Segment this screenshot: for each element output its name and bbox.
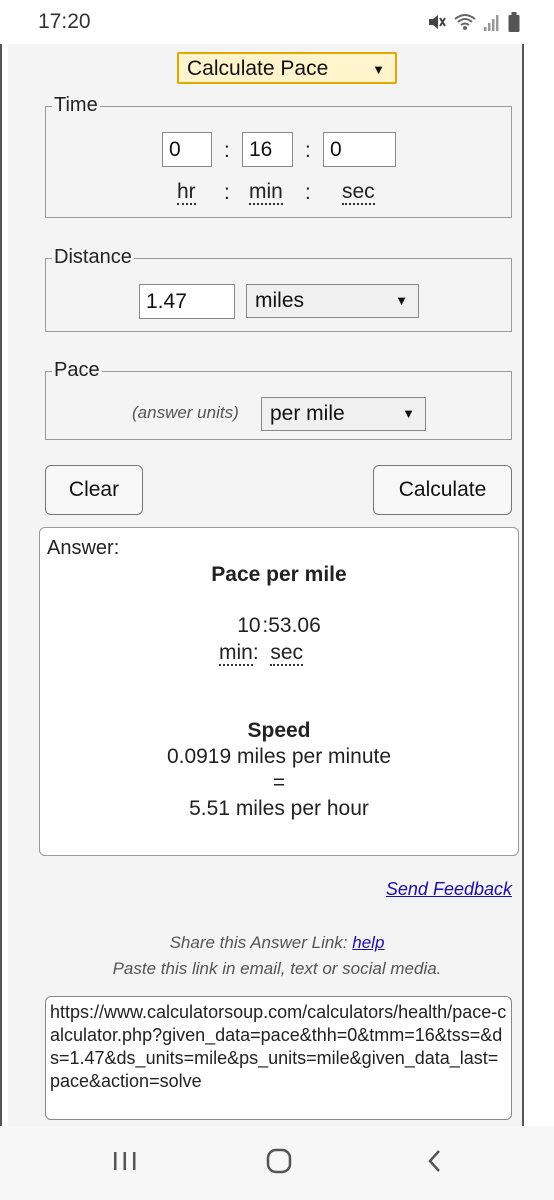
answer-units-hint: (answer units)	[132, 403, 239, 422]
answer-link-textarea[interactable]: https://www.calculatorsoup.com/calculato…	[45, 996, 512, 1120]
distance-group: Distance 1.47 miles ▼	[45, 246, 512, 332]
clear-button[interactable]: Clear	[45, 465, 143, 515]
speed-equals: =	[272, 771, 286, 794]
pace-group: Pace (answer units) per mile ▼	[45, 359, 512, 440]
speed-miles-per-minute: 0.0919 miles per minute	[166, 745, 392, 768]
time-group: Time 0 : 16 : 0 hr : min : sec	[45, 94, 512, 218]
calculate-button[interactable]: Calculate	[373, 465, 512, 515]
status-time: 17:20	[38, 10, 91, 33]
answer-min-label: min	[218, 641, 253, 666]
time-colon-1: :	[224, 139, 230, 162]
pace-seconds-value: :53.06	[262, 614, 321, 637]
dropdown-arrow-icon: ▼	[372, 62, 385, 77]
paste-link-text: Paste this link in email, text or social…	[112, 959, 442, 978]
calculation-mode-value: Calculate Pace	[187, 57, 329, 80]
wifi-icon	[454, 14, 476, 30]
seconds-input[interactable]: 0	[323, 132, 396, 167]
pace-units-row: min: sec	[218, 641, 304, 666]
status-icons	[426, 12, 520, 32]
recent-apps-icon[interactable]	[112, 1146, 138, 1176]
page-right-border	[522, 44, 524, 1126]
speed-miles-per-hour: 5.51 miles per hour	[189, 797, 369, 820]
time-label-colon-1: :	[224, 181, 230, 204]
back-icon[interactable]	[423, 1146, 447, 1176]
pace-minutes-value: 10	[237, 614, 261, 637]
answer-label: Answer:	[47, 537, 120, 559]
sec-label: sec	[342, 180, 375, 205]
pace-result: 10 :53.06	[40, 614, 518, 638]
pace-legend: Pace	[52, 359, 102, 382]
home-icon[interactable]	[264, 1146, 294, 1176]
minutes-input[interactable]: 16	[242, 132, 293, 167]
share-answer-text: Share this Answer Link: help	[0, 933, 554, 953]
status-bar: 17:20	[0, 0, 554, 44]
pace-unit-select[interactable]: per mile ▼	[261, 397, 426, 431]
dropdown-arrow-icon: ▼	[402, 406, 415, 421]
send-feedback-link[interactable]: Send Feedback	[386, 879, 512, 900]
help-link[interactable]: help	[352, 933, 384, 952]
pace-title: Pace per mile	[211, 563, 347, 586]
pace-unit-value: per mile	[270, 402, 345, 425]
time-colon-2: :	[305, 139, 311, 162]
distance-unit-value: miles	[255, 289, 305, 312]
distance-unit-select[interactable]: miles ▼	[246, 284, 419, 318]
signal-icon	[484, 15, 499, 31]
share-answer-label: Share this Answer Link:	[169, 933, 348, 952]
min-label: min	[249, 180, 283, 205]
distance-input[interactable]: 1.47	[139, 284, 235, 319]
speed-title: Speed	[247, 719, 311, 742]
distance-legend: Distance	[52, 246, 134, 269]
time-label-colon-2: :	[305, 181, 311, 204]
web-page: Calculate Pace ▼ Time 0 : 16 : 0 hr : mi…	[0, 44, 554, 1126]
hr-label: hr	[177, 180, 196, 205]
time-legend: Time	[52, 94, 100, 117]
mute-icon	[429, 15, 446, 29]
hours-input[interactable]: 0	[162, 132, 212, 167]
battery-icon	[508, 12, 520, 32]
dropdown-arrow-icon: ▼	[395, 293, 408, 308]
answer-sec-label: sec	[270, 641, 304, 666]
calculation-mode-select[interactable]: Calculate Pace ▼	[177, 52, 397, 84]
answer-box: Answer: Pace per mile 10 :53.06 min: sec…	[39, 527, 519, 856]
android-nav-bar	[0, 1126, 554, 1200]
